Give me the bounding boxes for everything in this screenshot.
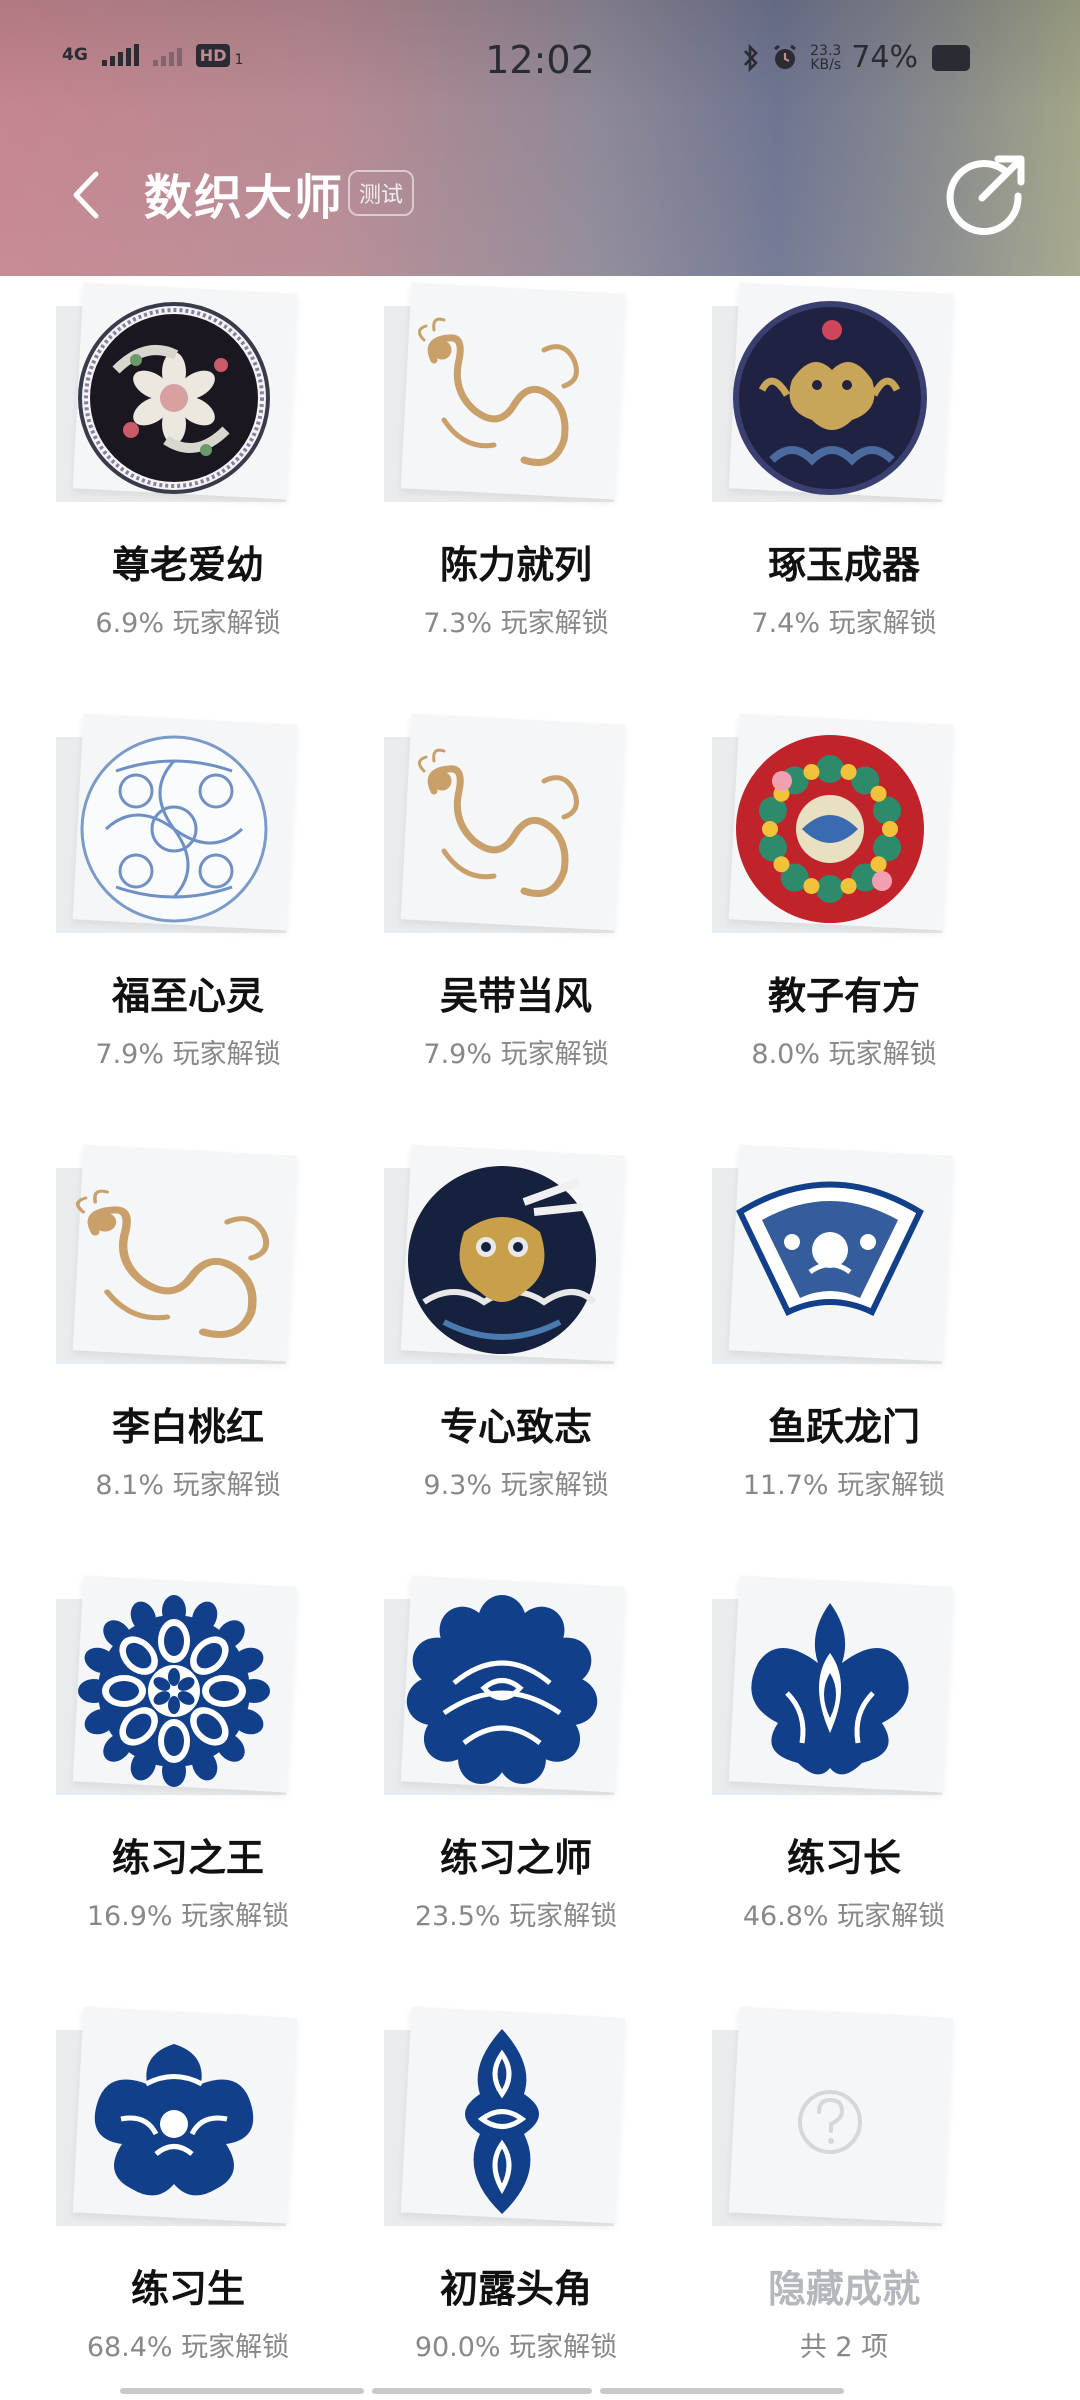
achievement-unlock-rate: 7.9% 玩家解锁 xyxy=(95,1039,281,1070)
achievement-card xyxy=(712,1575,954,1795)
achievement-badge-image xyxy=(736,1181,924,1316)
achievement-badge-image xyxy=(408,1166,597,1354)
speed-unit: KB/s xyxy=(810,56,842,73)
achievement-item[interactable]: 练习之王 16.9% 玩家解锁 xyxy=(23,1569,353,1999)
achievement-card xyxy=(56,1144,298,1364)
nav-bar: 数织大师 测试 xyxy=(0,120,1080,276)
achievement-card xyxy=(712,282,954,502)
achievement-badge-image xyxy=(78,1595,270,1787)
achievement-name: 练习之师 xyxy=(439,1836,592,1880)
achievement-badge-image xyxy=(78,302,270,494)
header: 4G HD 1 12:02 23.3 KB/s 74% 数织大师 测试 xyxy=(0,0,1080,276)
achievement-card xyxy=(56,713,298,933)
achievement-badge-image xyxy=(80,735,268,923)
achievement-unlock-rate: 8.0% 玩家解锁 xyxy=(751,1039,937,1070)
alarm-icon xyxy=(774,44,797,69)
achievement-badge-image xyxy=(751,1603,909,1775)
achievement-name: 教子有方 xyxy=(767,974,920,1018)
back-button[interactable] xyxy=(62,160,112,230)
achievement-name: 初露头角 xyxy=(439,2267,592,2311)
achievement-unlock-rate: 共 2 项 xyxy=(799,2332,889,2363)
achievement-card xyxy=(712,713,954,933)
achievement-badge-image xyxy=(736,735,924,923)
achievement-name: 李白桃红 xyxy=(111,1405,264,1449)
achievement-unlock-rate: 9.3% 玩家解锁 xyxy=(423,1470,609,1501)
achievement-card xyxy=(712,2006,954,2226)
achievement-item[interactable]: 教子有方 8.0% 玩家解锁 xyxy=(679,707,1009,1137)
achievement-unlock-rate: 7.9% 玩家解锁 xyxy=(423,1039,609,1070)
achievement-badge-image xyxy=(94,2044,254,2196)
achievement-card xyxy=(384,1575,626,1795)
achievement-card xyxy=(56,282,298,502)
achievement-card xyxy=(384,713,626,933)
achievement-item[interactable]: 陈力就列 7.3% 玩家解锁 xyxy=(351,276,681,706)
achievement-item[interactable]: 练习之师 23.5% 玩家解锁 xyxy=(351,1569,681,1999)
bluetooth-icon xyxy=(744,43,758,72)
achievement-unlock-rate: 23.5% 玩家解锁 xyxy=(414,1901,618,1932)
achievement-name: 练习长 xyxy=(786,1836,901,1880)
battery-percent: 74% xyxy=(851,40,918,75)
achievement-item[interactable]: 专心致志 9.3% 玩家解锁 xyxy=(351,1138,681,1568)
achievement-unlock-rate: 11.7% 玩家解锁 xyxy=(742,1470,946,1501)
achievement-name: 尊老爱幼 xyxy=(111,543,264,587)
achievement-name: 鱼跃龙门 xyxy=(767,1405,920,1449)
achievement-card xyxy=(384,2006,626,2226)
test-badge: 测试 xyxy=(348,170,415,216)
achievement-card xyxy=(384,282,626,502)
achievement-unlock-rate: 7.4% 玩家解锁 xyxy=(751,608,937,639)
achievement-badge-image xyxy=(733,301,927,495)
question-icon xyxy=(798,2090,862,2154)
achievement-item[interactable]: 吴带当风 7.9% 玩家解锁 xyxy=(351,707,681,1137)
achievement-name: 练习生 xyxy=(130,2267,245,2311)
achievement-card xyxy=(56,2006,298,2226)
achievement-item[interactable]: 李白桃红 8.1% 玩家解锁 xyxy=(23,1138,353,1568)
achievement-item[interactable]: 福至心灵 7.9% 玩家解锁 xyxy=(23,707,353,1137)
achievement-card xyxy=(56,1575,298,1795)
achievement-name: 琢玉成器 xyxy=(767,543,920,587)
achievement-unlock-rate: 46.8% 玩家解锁 xyxy=(742,1901,946,1932)
achievement-card xyxy=(712,1144,954,1364)
achievement-item[interactable]: 鱼跃龙门 11.7% 玩家解锁 xyxy=(679,1138,1009,1568)
achievement-card xyxy=(384,1144,626,1364)
achievement-badge-image xyxy=(465,2029,539,2214)
achievement-badge-image xyxy=(406,1595,598,1785)
achievement-name: 陈力就列 xyxy=(439,543,592,587)
achievement-name: 练习之王 xyxy=(111,1836,264,1880)
achievement-name: 福至心灵 xyxy=(111,974,264,1018)
achievement-item[interactable]: 练习长 46.8% 玩家解锁 xyxy=(679,1569,1009,1999)
achievement-badge-image xyxy=(418,317,579,466)
achievement-unlock-rate: 90.0% 玩家解锁 xyxy=(414,2332,618,2363)
achievement-item[interactable]: 初露头角 90.0% 玩家解锁 xyxy=(351,2000,681,2400)
status-bar: 4G HD 1 12:02 23.3 KB/s 74% xyxy=(0,0,1080,120)
page-title: 数织大师 xyxy=(144,170,345,226)
achievement-unlock-rate: 6.9% 玩家解锁 xyxy=(95,608,281,639)
achievement-name: 吴带当风 xyxy=(439,974,592,1018)
achievement-item[interactable]: 练习生 68.4% 玩家解锁 xyxy=(23,2000,353,2400)
achievement-name: 隐藏成就 xyxy=(767,2267,920,2311)
achievement-item[interactable]: 隐藏成就 共 2 项 xyxy=(679,2000,1009,2400)
achievement-unlock-rate: 7.3% 玩家解锁 xyxy=(423,608,609,639)
achievement-item[interactable]: 琢玉成器 7.4% 玩家解锁 xyxy=(679,276,1009,706)
achievement-badge-image xyxy=(418,748,579,897)
achievement-unlock-rate: 8.1% 玩家解锁 xyxy=(95,1470,281,1501)
achievement-unlock-rate: 68.4% 玩家解锁 xyxy=(86,2332,290,2363)
share-icon[interactable] xyxy=(942,148,1030,236)
network-speed: 23.3 KB/s xyxy=(810,44,841,72)
achievement-badge-image xyxy=(76,1189,270,1338)
speed-value: 23.3 xyxy=(810,42,842,59)
achievement-name: 专心致志 xyxy=(439,1405,592,1449)
status-right: 23.3 KB/s 74% xyxy=(742,40,970,75)
bottom-indicator xyxy=(120,2388,844,2394)
battery-icon xyxy=(932,44,970,71)
achievement-unlock-rate: 16.9% 玩家解锁 xyxy=(86,1901,290,1932)
achievement-item[interactable]: 尊老爱幼 6.9% 玩家解锁 xyxy=(23,276,353,706)
